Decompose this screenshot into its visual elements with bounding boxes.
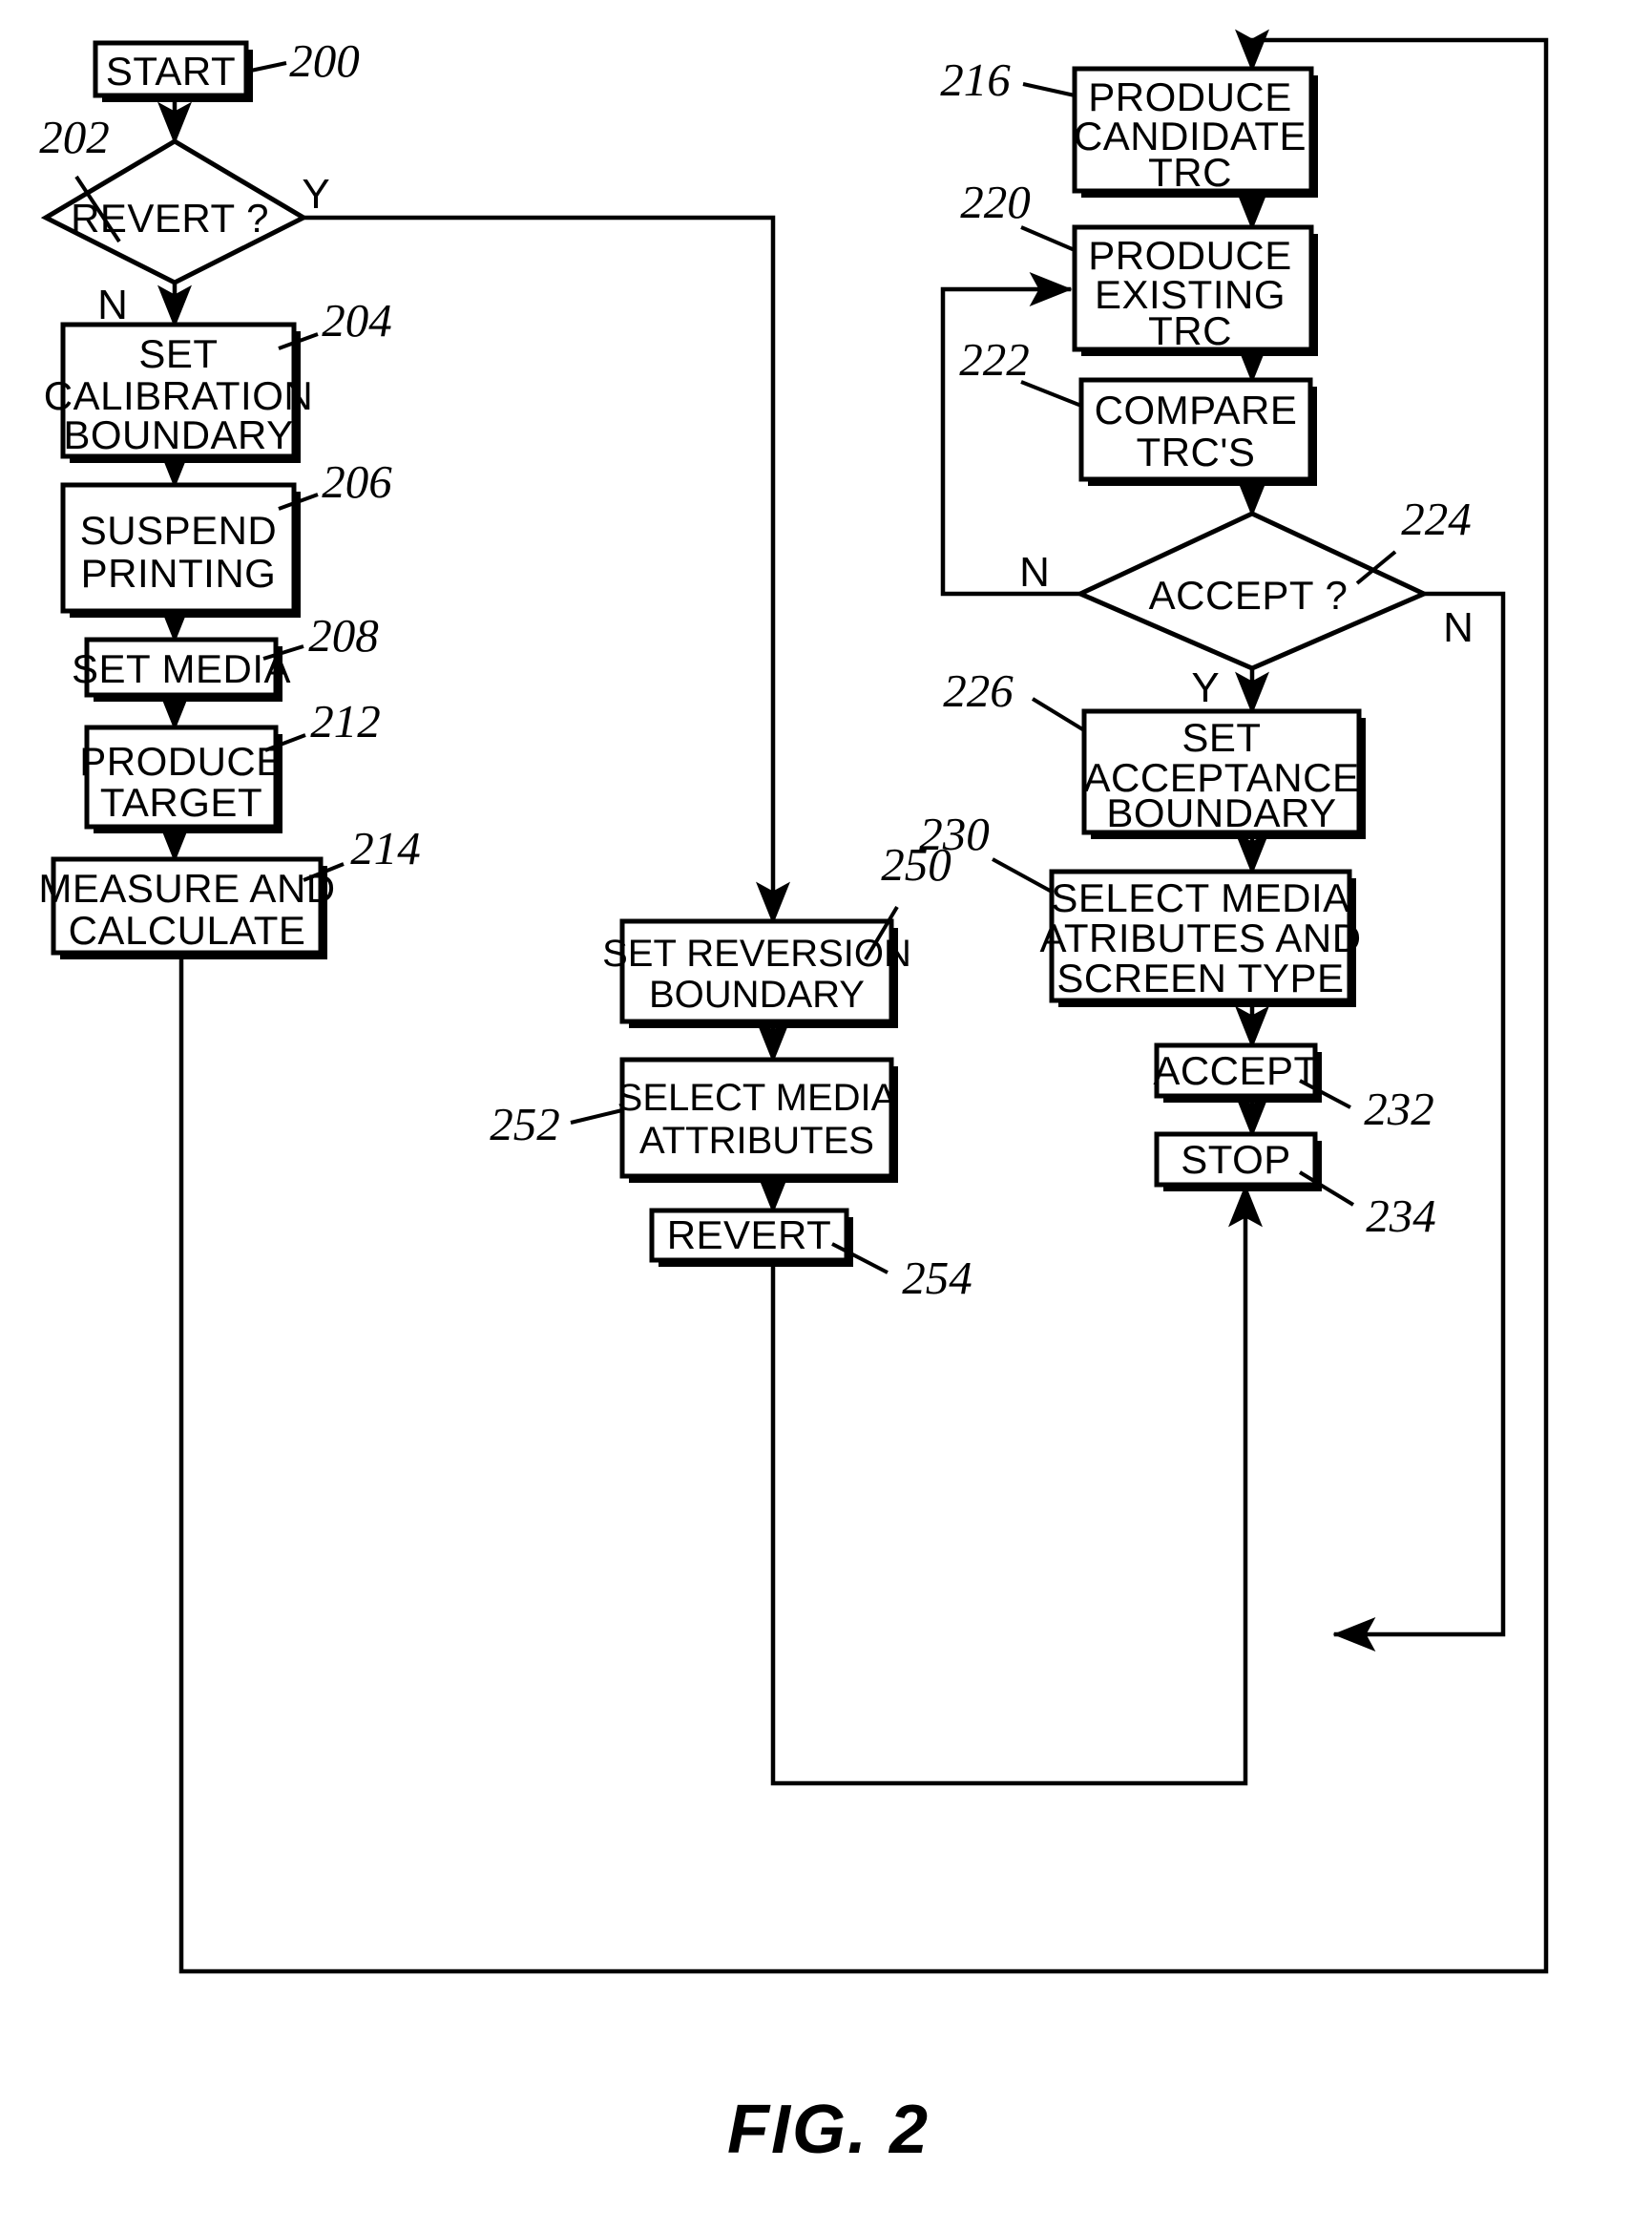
node-select-media-attributes-line2: ATTRIBUTES bbox=[639, 1120, 874, 1162]
node-revert-decision-label: REVERT ? bbox=[71, 196, 269, 241]
node-set-acceptance-line3: BOUNDARY bbox=[1106, 790, 1336, 835]
node-accept-box-label: ACCEPT bbox=[1153, 1048, 1318, 1093]
node-produce-target-line1: PRODUCE bbox=[79, 739, 283, 784]
node-produce-target-line2: TARGET bbox=[100, 780, 262, 825]
node-measure-and-calculate[interactable]: MEASURE AND CALCULATE 214 bbox=[38, 822, 421, 959]
node-select-media-attributes-line1: SELECT MEDIA bbox=[617, 1077, 897, 1119]
node-revert-box-label: REVERT bbox=[667, 1212, 832, 1257]
figure-caption: FIG. 2 bbox=[727, 2092, 930, 2168]
ref-222: 222 bbox=[959, 333, 1030, 386]
ref-206: 206 bbox=[322, 455, 392, 508]
ref-200: 200 bbox=[289, 34, 360, 87]
node-set-acceptance-line1: SET bbox=[1181, 715, 1261, 760]
ref-234: 234 bbox=[1366, 1189, 1436, 1242]
node-accept-box[interactable]: ACCEPT 232 bbox=[1153, 1042, 1434, 1135]
ref-212: 212 bbox=[310, 695, 381, 747]
ref-250: 250 bbox=[881, 838, 951, 891]
branch-label-revert-no: N bbox=[97, 282, 128, 328]
node-set-media-label: SET MEDIA bbox=[72, 646, 291, 691]
node-suspend-printing-line1: SUSPEND bbox=[80, 508, 278, 553]
node-suspend-printing-line2: PRINTING bbox=[81, 551, 277, 596]
edge-revert-to-stop bbox=[770, 1184, 1263, 1786]
ref-254: 254 bbox=[902, 1252, 972, 1304]
node-set-reversion-boundary[interactable]: SET REVERSION BOUNDARY 250 bbox=[602, 838, 951, 1028]
node-start[interactable]: START 200 bbox=[93, 34, 360, 102]
node-produce-existing-line1: PRODUCE bbox=[1088, 233, 1292, 278]
node-set-calibration-boundary[interactable]: SET CALIBRATION BOUNDARY 204 bbox=[44, 294, 392, 463]
node-produce-existing-line3: TRC bbox=[1148, 308, 1232, 353]
branch-label-accept-yes: Y bbox=[1191, 664, 1219, 711]
node-produce-target[interactable]: PRODUCE TARGET 212 bbox=[79, 695, 381, 833]
ref-216: 216 bbox=[940, 53, 1011, 106]
node-select-media-screen-line2: ATRIBUTES AND bbox=[1039, 916, 1361, 960]
ref-226: 226 bbox=[943, 664, 1014, 717]
branch-label-accept-no-right: N bbox=[1443, 604, 1474, 651]
node-set-calibration-line1: SET bbox=[138, 331, 218, 376]
node-produce-existing-trc[interactable]: PRODUCE EXISTING TRC 220 bbox=[960, 176, 1318, 356]
node-accept-decision[interactable]: ACCEPT ? 224 N N Y bbox=[1019, 493, 1474, 711]
node-revert-decision[interactable]: REVERT ? 202 Y N bbox=[39, 111, 329, 328]
branch-label-revert-yes: Y bbox=[302, 171, 329, 218]
node-set-calibration-line3: BOUNDARY bbox=[63, 412, 293, 457]
ref-224: 224 bbox=[1401, 493, 1472, 545]
node-set-acceptance-boundary[interactable]: SET ACCEPTANCE BOUNDARY 226 bbox=[943, 664, 1366, 839]
ref-214: 214 bbox=[350, 822, 421, 874]
branch-label-accept-no-left: N bbox=[1019, 549, 1050, 596]
ref-232: 232 bbox=[1364, 1083, 1434, 1135]
node-set-reversion-line2: BOUNDARY bbox=[649, 974, 865, 1016]
node-compare-line2: TRC'S bbox=[1137, 430, 1256, 474]
ref-252: 252 bbox=[490, 1098, 560, 1150]
node-select-media-attributes[interactable]: SELECT MEDIA ATTRIBUTES 252 bbox=[490, 1057, 898, 1183]
node-stop[interactable]: STOP 234 bbox=[1154, 1131, 1436, 1242]
node-start-label: START bbox=[106, 49, 236, 94]
ref-220: 220 bbox=[960, 176, 1031, 228]
ref-204: 204 bbox=[322, 294, 392, 347]
node-produce-candidate-line3: TRC bbox=[1148, 150, 1232, 195]
node-set-reversion-line1: SET REVERSION bbox=[602, 933, 911, 975]
node-set-media[interactable]: SET MEDIA 208 bbox=[72, 609, 379, 702]
node-measure-line1: MEASURE AND bbox=[38, 866, 335, 911]
node-set-calibration-line2: CALIBRATION bbox=[44, 373, 313, 418]
patent-figure-page: START 200 REVERT ? 202 Y N SET CALIBRATI… bbox=[0, 0, 1652, 2231]
node-produce-candidate-line1: PRODUCE bbox=[1088, 74, 1292, 119]
node-select-media-screen-line1: SELECT MEDIA bbox=[1051, 875, 1349, 920]
node-select-media-screen-line3: SCREEN TYPE bbox=[1056, 956, 1344, 1000]
node-stop-label: STOP bbox=[1181, 1137, 1291, 1182]
ref-208: 208 bbox=[308, 609, 379, 662]
node-measure-line2: CALCULATE bbox=[69, 908, 306, 953]
node-suspend-printing[interactable]: SUSPEND PRINTING 206 bbox=[60, 455, 392, 618]
node-accept-decision-label: ACCEPT ? bbox=[1149, 573, 1349, 618]
ref-202: 202 bbox=[39, 111, 110, 163]
node-compare-line1: COMPARE bbox=[1095, 388, 1298, 432]
flowchart-svg: START 200 REVERT ? 202 Y N SET CALIBRATI… bbox=[38, 29, 1549, 2168]
node-revert-box[interactable]: REVERT 254 bbox=[649, 1208, 972, 1304]
